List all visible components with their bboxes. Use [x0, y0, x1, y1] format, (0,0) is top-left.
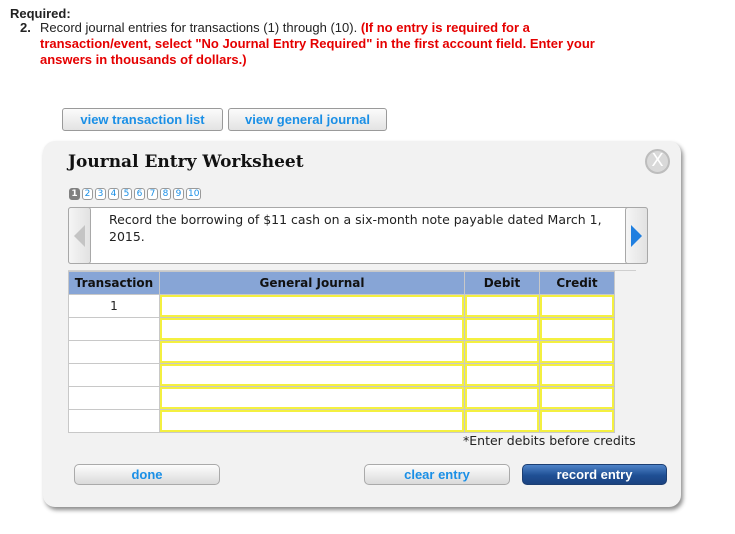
page-5-button[interactable]: 5 [121, 188, 132, 200]
arrow-right-icon [631, 224, 642, 247]
debit-field-cell [464, 340, 540, 364]
account-field-cell [159, 294, 465, 318]
header-transaction: Transaction [68, 271, 160, 295]
account-field-cell [159, 317, 465, 341]
credit-field[interactable] [540, 364, 614, 386]
transaction-number-cell [68, 386, 160, 410]
page-7-button[interactable]: 7 [147, 188, 158, 200]
table-row [68, 340, 615, 364]
header-debit: Debit [464, 271, 540, 295]
table-row [68, 363, 615, 387]
transaction-description: Record the borrowing of $11 cash on a si… [109, 212, 602, 244]
table-row: 1 [68, 294, 615, 318]
close-icon[interactable]: X [645, 149, 670, 174]
credit-field[interactable] [540, 410, 614, 432]
debit-field-cell [464, 363, 540, 387]
previous-transaction-button[interactable] [68, 207, 91, 264]
required-label: Required: [10, 6, 71, 21]
header-general-journal: General Journal [159, 271, 465, 295]
credit-field-cell [539, 317, 615, 341]
page-4-button[interactable]: 4 [108, 188, 119, 200]
debit-field[interactable] [465, 364, 539, 386]
credit-field-cell [539, 294, 615, 318]
debit-field-cell [464, 409, 540, 433]
transaction-number-cell [68, 317, 160, 341]
transaction-number-cell [68, 409, 160, 433]
table-row [68, 409, 615, 433]
page-1-button[interactable]: 1 [69, 188, 80, 200]
account-field-cell [159, 363, 465, 387]
debit-field[interactable] [465, 387, 539, 409]
worksheet-title: Journal Entry Worksheet [68, 152, 304, 172]
next-transaction-button[interactable] [625, 207, 648, 264]
debit-field-cell [464, 386, 540, 410]
credit-field[interactable] [540, 295, 614, 317]
question-number: 2. [20, 20, 31, 35]
credit-field[interactable] [540, 387, 614, 409]
question-item: 2. Record journal entries for transactio… [20, 20, 620, 68]
credit-field[interactable] [540, 341, 614, 363]
credit-field-cell [539, 409, 615, 433]
account-field[interactable] [160, 364, 464, 386]
account-field-cell [159, 409, 465, 433]
page-8-button[interactable]: 8 [160, 188, 171, 200]
record-entry-button[interactable]: record entry [522, 464, 667, 485]
debits-before-credits-note: *Enter debits before credits [463, 433, 636, 448]
view-general-journal-button[interactable]: view general journal [228, 108, 387, 131]
page-2-button[interactable]: 2 [82, 188, 93, 200]
debit-field[interactable] [465, 341, 539, 363]
transaction-description-box: Record the borrowing of $11 cash on a si… [68, 207, 648, 264]
journal-entry-table: Transaction General Journal Debit Credit… [68, 271, 615, 433]
account-field[interactable] [160, 341, 464, 363]
debit-field-cell [464, 317, 540, 341]
journal-entry-worksheet-panel: Journal Entry Worksheet X 1 2 3 4 5 6 7 8 9 10 Re… [43, 141, 681, 507]
account-field[interactable] [160, 410, 464, 432]
debit-field[interactable] [465, 410, 539, 432]
clear-entry-button[interactable]: clear entry [364, 464, 510, 485]
debit-field[interactable] [465, 318, 539, 340]
account-field-cell [159, 340, 465, 364]
credit-field-cell [539, 340, 615, 364]
arrow-left-icon [74, 224, 85, 247]
header-credit: Credit [539, 271, 615, 295]
account-field-cell [159, 386, 465, 410]
debit-field-cell [464, 294, 540, 318]
credit-field-cell [539, 363, 615, 387]
transaction-number-cell [68, 363, 160, 387]
account-field[interactable] [160, 318, 464, 340]
view-transaction-list-button[interactable]: view transaction list [62, 108, 223, 131]
credit-field[interactable] [540, 318, 614, 340]
page-6-button[interactable]: 6 [134, 188, 145, 200]
table-row [68, 317, 615, 341]
page-9-button[interactable]: 9 [173, 188, 184, 200]
account-field[interactable] [160, 295, 464, 317]
page-10-button[interactable]: 10 [186, 188, 202, 200]
transaction-number-cell [68, 340, 160, 364]
debit-field[interactable] [465, 295, 539, 317]
done-button[interactable]: done [74, 464, 220, 485]
transaction-number-cell: 1 [68, 294, 160, 318]
account-field[interactable] [160, 387, 464, 409]
page-3-button[interactable]: 3 [95, 188, 106, 200]
table-header-row: Transaction General Journal Debit Credit [68, 271, 615, 295]
question-instruction: Record journal entries for transactions … [40, 20, 358, 35]
transaction-pager: 1 2 3 4 5 6 7 8 9 10 [69, 188, 202, 200]
table-row [68, 386, 615, 410]
credit-field-cell [539, 386, 615, 410]
